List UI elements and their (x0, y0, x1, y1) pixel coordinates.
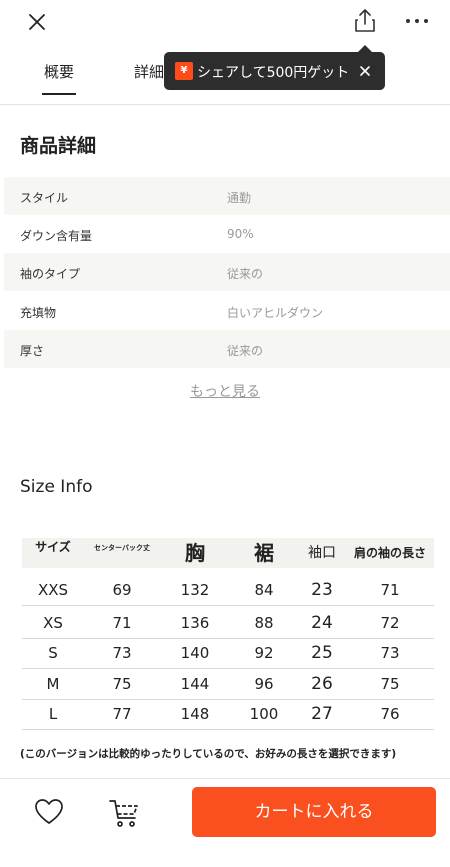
table-row: XXS 69 132 84 23 71 (22, 574, 434, 606)
spec-value: 通勤 (227, 191, 252, 205)
size-table-header: サイズ センターバック丈 胸 裾 袖口 肩の袖の長さ (22, 538, 434, 568)
more-icon[interactable] (402, 8, 432, 38)
spec-row: スタイル 通勤 (4, 177, 450, 215)
spec-value: 従来の (227, 267, 264, 281)
spec-value: 従来の (227, 344, 264, 358)
tab-active-indicator (42, 93, 76, 95)
table-cell: 92 (254, 644, 274, 662)
table-cell: 75 (380, 675, 400, 693)
spec-row: 袖のタイプ 従来の (4, 253, 450, 291)
column-header: 肩の袖の長さ (353, 546, 426, 560)
column-header: サイズ (35, 540, 71, 554)
coupon-icon: ¥ (175, 62, 193, 80)
table-row: L 77 148 100 27 76 (22, 698, 434, 730)
spec-label: 充填物 (20, 306, 57, 320)
column-header: センターバック丈 (94, 544, 150, 552)
table-cell: L (48, 705, 58, 723)
product-details-title: 商品詳細 (20, 135, 97, 157)
table-cell: 76 (380, 705, 400, 723)
table-cell: S (48, 644, 58, 662)
cart-icon[interactable] (107, 796, 141, 830)
table-cell: 26 (311, 674, 333, 694)
divider (0, 104, 450, 105)
size-note: (このバージョンは比較的ゆったりしているので、お好みの長さを選択できます) (20, 748, 397, 760)
see-more-link[interactable]: もっと見る (190, 381, 260, 401)
table-cell: 136 (180, 614, 210, 632)
tab-details[interactable]: 詳細 (134, 61, 164, 82)
tooltip-text: シェアして500円ゲット (197, 65, 350, 81)
table-cell: 27 (311, 704, 333, 724)
spec-value: 90% (227, 227, 254, 241)
table-cell: 75 (112, 675, 132, 693)
table-cell: 72 (380, 614, 400, 632)
close-icon[interactable] (358, 63, 372, 77)
table-cell: 71 (112, 614, 132, 632)
table-cell: 24 (311, 613, 333, 633)
table-cell: 71 (380, 581, 400, 599)
share-icon[interactable] (350, 6, 380, 36)
column-header: 袖口 (308, 545, 336, 561)
table-row: S 73 140 92 25 73 (22, 637, 434, 669)
table-cell: 100 (249, 705, 279, 723)
spec-label: スタイル (20, 191, 69, 205)
table-cell: 144 (180, 675, 210, 693)
spec-row: ダウン含有量 90% (4, 215, 450, 253)
table-cell: 96 (254, 675, 274, 693)
tab-overview[interactable]: 概要 (44, 61, 74, 82)
column-header: 胸 (185, 541, 205, 565)
divider (0, 778, 450, 779)
spec-label: ダウン含有量 (20, 229, 93, 243)
spec-row: 厚さ 従来の (4, 330, 450, 368)
close-icon[interactable] (22, 8, 52, 38)
table-cell: XXS (37, 581, 69, 599)
table-cell: 73 (112, 644, 132, 662)
table-row: XS 71 136 88 24 72 (22, 607, 434, 639)
table-cell: 23 (311, 580, 333, 600)
table-cell: 25 (311, 643, 333, 663)
table-row: M 75 144 96 26 75 (22, 668, 434, 700)
share-reward-tooltip[interactable]: ¥ シェアして500円ゲット (164, 52, 385, 90)
size-info-title: Size Info (20, 477, 93, 497)
table-cell: 69 (112, 581, 132, 599)
heart-icon[interactable] (33, 796, 65, 828)
table-cell: 77 (112, 705, 132, 723)
table-cell: 73 (380, 644, 400, 662)
column-header: 裾 (254, 541, 274, 565)
spec-label: 厚さ (20, 344, 45, 358)
top-bar (0, 0, 450, 44)
table-cell: 140 (180, 644, 210, 662)
spec-label: 袖のタイプ (20, 267, 81, 281)
table-cell: 84 (254, 581, 274, 599)
table-cell: 88 (254, 614, 274, 632)
add-to-cart-button[interactable]: カートに入れる (192, 787, 436, 837)
spec-value: 白いアヒルダウン (227, 306, 324, 320)
table-cell: 148 (180, 705, 210, 723)
spec-row: 充填物 白いアヒルダウン (4, 292, 450, 330)
table-cell: M (46, 675, 60, 693)
table-cell: XS (43, 614, 63, 632)
table-cell: 132 (180, 581, 210, 599)
